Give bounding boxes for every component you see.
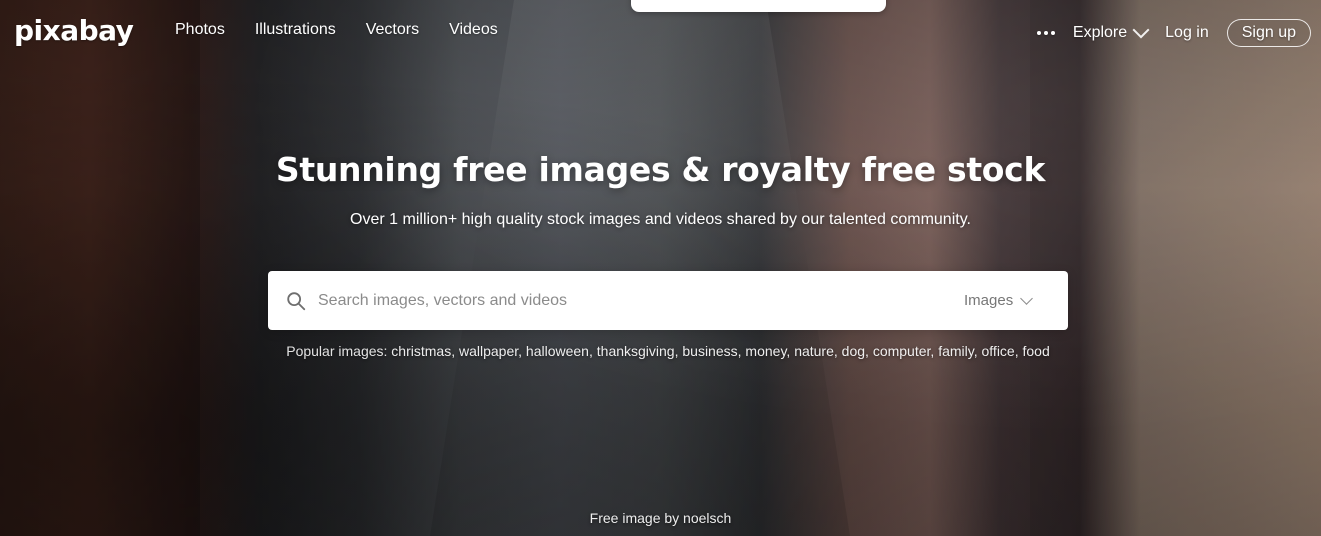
popular-searches: Popular images: christmas, wallpaper, ha… [276, 342, 1060, 360]
building-shadow-left [0, 0, 200, 536]
more-dot [1036, 31, 1041, 35]
popular-tag-dog[interactable]: dog [842, 343, 865, 359]
nav-right-actions: Explore Log in Sign up [1036, 19, 1311, 47]
chevron-down-icon [1132, 21, 1150, 39]
search-type-select[interactable]: Images [964, 271, 1068, 330]
popular-tag-christmas[interactable]: christmas [391, 343, 451, 359]
popular-tag-office[interactable]: office [982, 343, 1015, 359]
nav-link-vectors[interactable]: Vectors [366, 21, 419, 39]
building-shadow-right [1030, 0, 1321, 536]
tag-separator: , [588, 343, 597, 359]
explore-label: Explore [1072, 24, 1128, 41]
signup-button[interactable]: Sign up [1226, 19, 1311, 47]
search-bar: Images [268, 271, 1068, 330]
tag-separator: , [1014, 343, 1023, 359]
hero-headline: Stunning free images & royalty free stoc… [275, 150, 1046, 189]
popular-tag-food[interactable]: food [1023, 343, 1050, 359]
popular-tag-halloween[interactable]: halloween [526, 343, 589, 359]
more-dot [1043, 31, 1048, 35]
popular-label: Popular images: [286, 343, 388, 359]
tag-separator: , [451, 343, 459, 359]
popular-tag-family[interactable]: family [938, 343, 974, 359]
image-credit[interactable]: Free image by noelsch [0, 510, 1321, 526]
search-input[interactable] [318, 271, 964, 330]
nav-link-videos[interactable]: Videos [449, 21, 498, 39]
primary-nav: Photos Illustrations Vectors Videos [175, 21, 498, 39]
more-dot [1050, 31, 1055, 35]
popular-tag-thanksgiving[interactable]: thanksgiving [597, 343, 675, 359]
tag-separator: , [865, 343, 873, 359]
popular-tag-wallpaper[interactable]: wallpaper [459, 343, 518, 359]
popular-tag-money[interactable]: money [745, 343, 786, 359]
popular-tag-computer[interactable]: computer [873, 343, 931, 359]
popular-tag-nature[interactable]: nature [794, 343, 834, 359]
tag-separator: , [518, 343, 526, 359]
explore-menu[interactable]: Explore [1072, 21, 1150, 42]
hero: pixabay Photos Illustrations Vectors Vid… [0, 0, 1321, 536]
tag-separator: , [833, 343, 842, 359]
tag-separator: , [973, 343, 982, 359]
pixabay-logo[interactable]: pixabay [14, 14, 134, 47]
hero-subheadline: Over 1 million+ high quality stock image… [350, 211, 971, 228]
popular-tags: christmas, wallpaper, halloween, thanksg… [391, 343, 1049, 359]
chevron-down-icon [1020, 292, 1034, 305]
more-dots-icon[interactable] [1036, 28, 1055, 38]
login-link[interactable]: Log in [1165, 24, 1209, 42]
top-navigation: pixabay Photos Illustrations Vectors Vid… [0, 0, 1321, 66]
nav-link-photos[interactable]: Photos [175, 21, 225, 39]
popular-tag-business[interactable]: business [682, 343, 737, 359]
search-icon[interactable] [274, 271, 318, 330]
nav-link-illustrations[interactable]: Illustrations [255, 21, 336, 39]
search-type-label: Images [964, 292, 1014, 309]
